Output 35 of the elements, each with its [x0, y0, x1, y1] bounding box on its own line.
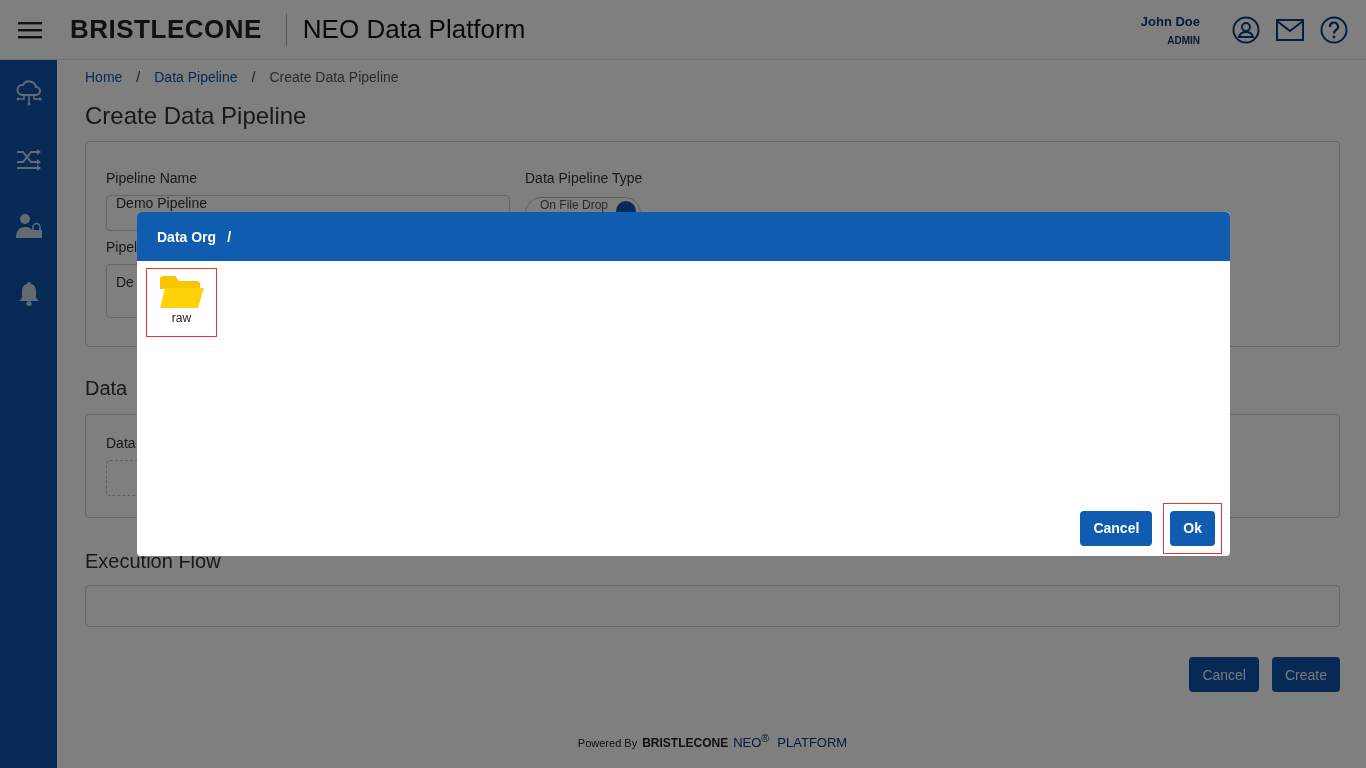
field-label: Data	[106, 435, 137, 451]
breadcrumb-separator: /	[251, 69, 256, 85]
breadcrumb-current: Create Data Pipeline	[269, 69, 399, 85]
user-name: John Doe	[1140, 13, 1200, 29]
footer-logo: BRISTLECONE	[642, 736, 729, 751]
app-title: NEO Data Platform	[302, 14, 526, 45]
footer-text: Powered By	[577, 737, 638, 750]
user-lock-icon[interactable]	[14, 212, 43, 240]
mail-icon[interactable]	[1276, 18, 1304, 41]
page-button[interactable]: Create	[1271, 657, 1340, 692]
field-label: Data Pipeline Type	[525, 170, 644, 186]
breadcrumb-link[interactable]: Data Pipeline	[154, 69, 238, 85]
cloud-network-icon[interactable]	[14, 78, 43, 106]
path-text: Data Org	[157, 228, 217, 245]
user-icon[interactable]	[1232, 15, 1260, 44]
page-button[interactable]: Cancel	[1189, 657, 1259, 692]
dialog-button[interactable]: Cancel	[1080, 510, 1153, 546]
folder-item[interactable]: raw	[146, 268, 217, 337]
folder-icon	[158, 275, 205, 309]
menu-icon[interactable]	[18, 20, 42, 39]
path-text: /	[227, 228, 231, 245]
breadcrumb-link[interactable]: Home	[85, 69, 123, 85]
field-label: Pipeline Name	[106, 170, 199, 186]
brand-logo: BRISTLECONE	[70, 14, 262, 45]
dialog-button[interactable]: Ok	[1170, 510, 1215, 546]
footer-text: PLATFORM	[777, 735, 848, 751]
breadcrumb-separator: /	[136, 69, 141, 85]
section-title: Data	[85, 377, 129, 400]
help-icon[interactable]	[1320, 15, 1348, 44]
product-name: NEO$^{®}$	[733, 732, 770, 751]
bell-icon[interactable]	[17, 280, 40, 306]
field-label: Pipel	[106, 239, 139, 255]
user-role: ADMIN	[1167, 34, 1200, 46]
shuffle-icon[interactable]	[15, 146, 42, 172]
page-title: Create Data Pipeline	[85, 102, 308, 130]
